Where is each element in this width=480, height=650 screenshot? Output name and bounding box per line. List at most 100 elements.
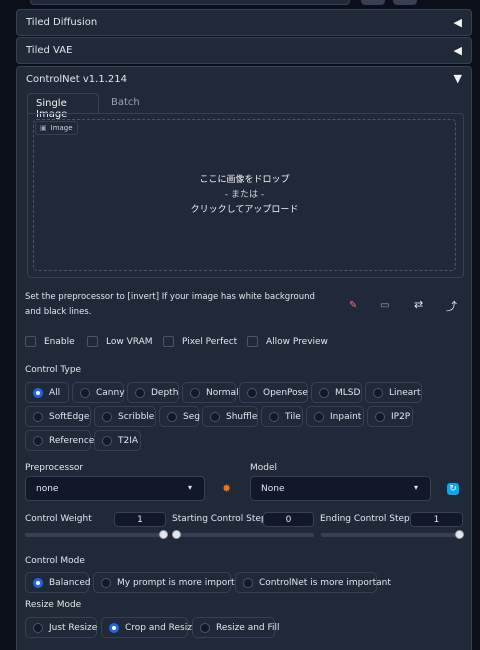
accordion-tiled-vae[interactable]: Tiled VAE ◀ [16, 37, 472, 64]
tab-single-image[interactable]: Single Image [27, 93, 99, 120]
resize-mode-label: Resize Mode [25, 600, 82, 610]
ending-step-input[interactable]: 1 [410, 512, 463, 527]
control-type-depth[interactable]: Depth [127, 382, 179, 403]
control-type-openpose[interactable]: OpenPose [239, 382, 308, 403]
ending-step-label: Ending Control Step [320, 514, 410, 524]
checkbox-box [163, 336, 174, 347]
ending-step-slider[interactable] [321, 533, 463, 537]
radio-label: Scribble [118, 411, 155, 422]
control-mode-prompt[interactable]: My prompt is more important [93, 572, 249, 593]
preprocessor-label: Preprocessor [25, 463, 84, 473]
radio-label: Just Resize [49, 622, 98, 633]
radio-label: Depth [151, 387, 179, 398]
radio-label: ControlNet is more important [259, 577, 391, 588]
checkbox-box [25, 336, 36, 347]
radio-label: Tile [285, 411, 301, 422]
control-weight-label: Control Weight [25, 514, 92, 524]
radio-dot [319, 387, 329, 398]
radio-dot [373, 387, 383, 398]
image-drop-zone[interactable]: ▣ Image ここに画像をドロップ - または - クリックしてアップロード [33, 119, 456, 271]
radio-dot [375, 411, 385, 422]
radio-dot [210, 411, 220, 422]
allow-preview-checkbox[interactable]: Allow Preview [247, 336, 328, 347]
camera-icon[interactable]: ▭ [380, 300, 389, 311]
radio-label: T2IA [118, 435, 139, 446]
radio-label: Normal [206, 387, 239, 398]
radio-dot [247, 387, 257, 398]
control-type-scribble[interactable]: Scribble [94, 406, 156, 427]
control-type-softedge[interactable]: SoftEdge [25, 406, 91, 427]
tab-batch[interactable]: Batch [104, 93, 149, 113]
radio-label: My prompt is more important [117, 577, 250, 588]
starting-step-input[interactable]: 0 [263, 512, 314, 527]
control-type-lineart[interactable]: Lineart [365, 382, 422, 403]
control-type-inpaint[interactable]: Inpaint [306, 406, 364, 427]
accordion-title: Tiled Diffusion [26, 17, 98, 28]
control-type-t2ia[interactable]: T2IA [94, 430, 141, 451]
collapse-triangle-icon: ◀ [453, 16, 462, 29]
send-icon[interactable]: ⤴ [446, 298, 457, 314]
run-preprocessor-icon[interactable]: ✸ [222, 482, 231, 495]
radio-dot [102, 411, 112, 422]
model-dropdown[interactable]: None ▾ [250, 476, 431, 501]
radio-label: IP2P [391, 411, 411, 422]
swap-icon[interactable]: ⇄ [414, 298, 423, 311]
radio-label: MLSD [335, 387, 361, 398]
resize-mode-resize-and-fill[interactable]: Resize and Fill [192, 617, 280, 638]
refresh-models-icon[interactable]: ↻ [447, 483, 459, 495]
resize-mode-crop-and-resize[interactable]: Crop and Resize [101, 617, 198, 638]
expand-triangle-icon[interactable]: ▼ [454, 72, 462, 85]
enable-checkbox[interactable]: Enable [25, 336, 75, 347]
radio-label: Resize and Fill [216, 622, 280, 633]
radio-label: Inpaint [330, 411, 362, 422]
accordion-title[interactable]: ControlNet v1.1.214 [26, 74, 127, 85]
control-weight-thumb[interactable] [159, 530, 168, 539]
ending-step-thumb[interactable] [455, 530, 464, 539]
control-type-seg[interactable]: Seg [159, 406, 200, 427]
invert-hint: Set the preprocessor to [invert] If your… [25, 292, 315, 317]
radio-dot [102, 435, 112, 446]
radio-label: Crop and Resize [125, 622, 198, 633]
radio-label: Reference [49, 435, 95, 446]
control-type-reference[interactable]: Reference [25, 430, 95, 451]
toolbar-button-1[interactable] [361, 0, 385, 5]
control-mode-balanced[interactable]: Balanced [25, 572, 91, 593]
prompt-bar-remnant [30, 0, 350, 5]
control-type-canny[interactable]: Canny [72, 382, 125, 403]
resize-mode-just-resize[interactable]: Just Resize [25, 617, 97, 638]
preprocessor-dropdown[interactable]: none ▾ [25, 476, 205, 501]
low-vram-checkbox[interactable]: Low VRAM [87, 336, 153, 347]
radio-dot [33, 411, 43, 422]
toolbar-button-2[interactable] [393, 0, 417, 5]
radio-dot [33, 435, 43, 446]
radio-dot [109, 622, 119, 633]
radio-dot [33, 577, 43, 588]
accordion-tiled-diffusion[interactable]: Tiled Diffusion ◀ [16, 9, 472, 36]
drop-or: - または - [224, 190, 265, 200]
model-label: Model [250, 463, 278, 473]
pixel-perfect-checkbox[interactable]: Pixel Perfect [163, 336, 237, 347]
radio-label: Seg [183, 411, 200, 422]
click-upload: クリックしてアップロード [190, 205, 299, 215]
control-mode-controlnet[interactable]: ControlNet is more important [235, 572, 391, 593]
starting-step-thumb[interactable] [172, 530, 181, 539]
control-type-mlsd[interactable]: MLSD [311, 382, 362, 403]
starting-step-slider[interactable] [173, 533, 314, 537]
control-type-ip2p[interactable]: IP2P [367, 406, 413, 427]
control-weight-input[interactable]: 1 [114, 512, 166, 527]
control-type-normal[interactable]: Normal [182, 382, 239, 403]
radio-dot [101, 577, 111, 588]
radio-dot [314, 411, 324, 422]
control-type-all[interactable]: All [25, 382, 69, 403]
radio-dot [33, 622, 43, 633]
image-label: Image [50, 124, 73, 132]
control-weight-slider[interactable] [25, 533, 166, 537]
control-type-tile[interactable]: Tile [261, 406, 303, 427]
document-icon[interactable]: ✎ [349, 300, 357, 311]
radio-label: Shuffle [226, 411, 258, 422]
control-type-shuffle[interactable]: Shuffle [202, 406, 258, 427]
radio-label: OpenPose [263, 387, 308, 398]
checkbox-label: Allow Preview [266, 336, 328, 347]
control-type-label: Control Type [25, 365, 82, 375]
radio-label: Canny [96, 387, 125, 398]
